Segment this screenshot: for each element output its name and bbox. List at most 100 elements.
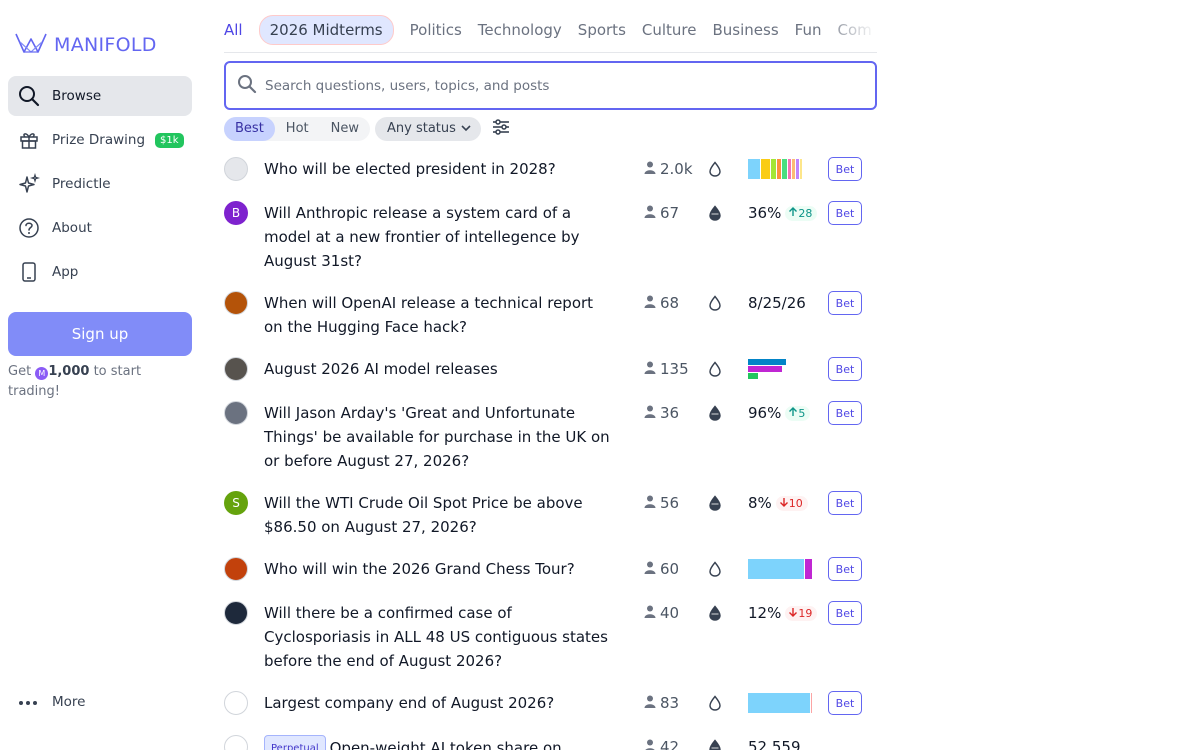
liquidity-drop-icon xyxy=(708,157,722,181)
market-question-text: Open-weight AI token share on xyxy=(329,739,562,750)
liquidity-drop-icon xyxy=(708,601,722,625)
answer-distribution-bar xyxy=(748,159,813,179)
probability-change-badge: 5 xyxy=(785,405,811,421)
tab-fun[interactable]: Fun xyxy=(795,21,822,39)
sidebar-item-about[interactable]: About xyxy=(8,208,192,248)
avatar[interactable] xyxy=(224,357,248,381)
signup-note-prefix: Get xyxy=(8,364,32,379)
market-question-text: Largest company end of August 2026? xyxy=(264,694,555,712)
bet-button[interactable]: Bet xyxy=(828,401,862,425)
market-question[interactable]: When will OpenAI release a technical rep… xyxy=(264,291,614,339)
market-question[interactable]: Who will win the 2026 Grand Chess Tour? xyxy=(264,557,614,581)
status-dropdown[interactable]: Any status xyxy=(374,117,481,141)
probability-value: 52,559 xyxy=(748,738,801,750)
sparkles-icon xyxy=(18,173,40,195)
signup-button[interactable]: Sign up xyxy=(8,312,192,356)
bet-button[interactable]: Bet xyxy=(828,557,862,581)
bet-button[interactable]: Bet xyxy=(828,357,862,381)
sidebar-item-label: Browse xyxy=(52,88,102,104)
sidebar-item-predictle[interactable]: Predictle xyxy=(8,164,192,204)
manifold-crane-icon xyxy=(14,30,48,60)
answer-segment xyxy=(761,159,771,179)
market-question[interactable]: Who will be elected president in 2028? xyxy=(264,157,614,181)
tab-sports[interactable]: Sports xyxy=(578,21,626,39)
bet-button[interactable]: Bet xyxy=(828,201,862,225)
trader-count-value: 67 xyxy=(660,204,680,222)
avatar[interactable] xyxy=(224,157,248,181)
trader-count: 56 xyxy=(644,491,679,515)
user-icon xyxy=(644,360,656,378)
user-icon xyxy=(644,494,656,512)
avatar[interactable]: S xyxy=(224,491,248,515)
avatar[interactable] xyxy=(224,735,248,750)
question-circle-icon xyxy=(18,217,40,239)
market-question[interactable]: Perpetual Open-weight AI token share on xyxy=(264,735,614,750)
avatar[interactable] xyxy=(224,401,248,425)
sort-best[interactable]: Best xyxy=(224,117,275,141)
perpetual-tag: Perpetual xyxy=(264,735,326,750)
market-probability: 8% 10 xyxy=(748,491,808,515)
market-probability: 12% 19 xyxy=(748,601,818,625)
market-question[interactable]: Will the WTI Crude Oil Spot Price be abo… xyxy=(264,491,614,539)
answer-segment xyxy=(748,559,806,579)
tab-com[interactable]: Com xyxy=(837,21,871,39)
market-question[interactable]: Will Jason Arday's 'Great and Unfortunat… xyxy=(264,401,614,473)
status-label: Any status xyxy=(386,121,456,136)
trader-count-value: 42 xyxy=(660,738,680,750)
liquidity-drop-icon xyxy=(708,491,722,515)
tab-2026-midterms[interactable]: 2026 Midterms xyxy=(258,15,394,45)
tab-culture[interactable]: Culture xyxy=(642,21,697,39)
tab-business[interactable]: Business xyxy=(713,21,779,39)
trader-count-value: 56 xyxy=(660,494,680,512)
sidebar-item-browse[interactable]: Browse xyxy=(8,76,192,116)
bet-button[interactable]: Bet xyxy=(828,491,862,515)
probability-value: 36% xyxy=(748,204,782,222)
sidebar-item-label: About xyxy=(52,220,92,236)
signup-note-amount: 1,000 xyxy=(48,364,90,379)
bet-button[interactable]: Bet xyxy=(828,291,862,315)
search-input[interactable] xyxy=(265,77,845,94)
tab-technology[interactable]: Technology xyxy=(478,21,562,39)
answer-segment xyxy=(748,693,812,713)
market-question-text: Will Anthropic release a system card of … xyxy=(264,204,580,270)
sidebar-item-app[interactable]: App xyxy=(8,252,192,292)
sidebar-nav: Browse Prize Drawing $1k Predictle About xyxy=(8,76,192,296)
avatar[interactable] xyxy=(224,291,248,315)
search-bar[interactable] xyxy=(224,61,877,110)
user-icon xyxy=(644,560,656,578)
trader-count: 42 xyxy=(644,735,679,750)
liquidity-drop-icon xyxy=(708,557,722,581)
trader-count: 60 xyxy=(644,557,679,581)
liquidity-drop-icon xyxy=(708,357,722,381)
avatar[interactable] xyxy=(224,601,248,625)
market-question-text: Will the WTI Crude Oil Spot Price be abo… xyxy=(264,494,583,536)
change-value: 5 xyxy=(798,406,806,420)
market-question[interactable]: Largest company end of August 2026? xyxy=(264,691,614,715)
trader-count-value: 40 xyxy=(660,604,680,622)
sidebar-item-prize-drawing[interactable]: Prize Drawing $1k xyxy=(8,120,192,160)
bet-button[interactable]: Bet xyxy=(828,157,862,181)
sort-hot[interactable]: Hot xyxy=(275,117,320,141)
market-question[interactable]: Will Anthropic release a system card of … xyxy=(264,201,614,273)
arrow-down-icon xyxy=(788,607,798,620)
answer-distribution-bar xyxy=(748,693,813,713)
market-question[interactable]: Will there be a confirmed case of Cyclos… xyxy=(264,601,614,673)
avatar[interactable] xyxy=(224,691,248,715)
answer-segment xyxy=(748,159,761,179)
more-menu[interactable]: More xyxy=(18,694,85,710)
market-question[interactable]: August 2026 AI model releases xyxy=(264,357,614,381)
trader-count: 2.0k xyxy=(644,157,693,181)
liquidity-drop-icon xyxy=(708,291,722,315)
tab-politics[interactable]: Politics xyxy=(410,21,462,39)
answer-segment xyxy=(811,693,813,713)
manifold-logo[interactable]: MANIFOLD xyxy=(14,30,157,60)
avatar[interactable]: B xyxy=(224,201,248,225)
tab-all[interactable]: All xyxy=(224,21,243,39)
filter-sliders-icon[interactable] xyxy=(492,119,510,139)
bet-button[interactable]: Bet xyxy=(828,691,862,715)
sort-new[interactable]: New xyxy=(320,117,370,141)
avatar[interactable] xyxy=(224,557,248,581)
market-probability: 8/25/26 xyxy=(748,291,806,315)
bet-button[interactable]: Bet xyxy=(828,601,862,625)
user-icon xyxy=(644,294,656,312)
